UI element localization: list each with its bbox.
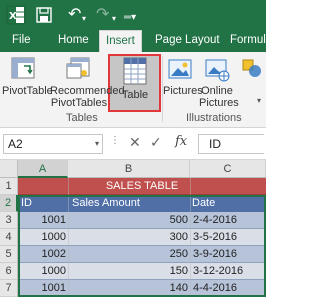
enter-icon[interactable]: ✓	[150, 134, 162, 151]
table-icon	[123, 57, 147, 85]
name-box-value: A2	[8, 137, 23, 151]
shapes-icon	[242, 59, 261, 77]
tab-insert[interactable]: Insert	[99, 30, 142, 52]
online-pictures-icon	[205, 59, 230, 82]
pivottable-label: PivotTable	[2, 85, 53, 97]
recommended-pivottables-icon	[66, 57, 90, 79]
row-header-5[interactable]: 5	[0, 246, 18, 263]
name-box-dropdown-icon[interactable]: ▾	[95, 135, 99, 153]
column-header-b[interactable]: B	[68, 160, 190, 178]
row-header-3[interactable]: 3	[0, 212, 18, 229]
group-label-tables: Tables	[66, 112, 98, 124]
table-button[interactable]: Table	[112, 56, 158, 101]
group-label-illustrations: Illustrations	[186, 112, 242, 124]
shapes-button[interactable]	[240, 56, 264, 83]
worksheet-grid[interactable]: A B C 1 2 3 4 5 6 7 SALES TABLE ID Sales…	[0, 160, 266, 300]
row-header-4[interactable]: 4	[0, 229, 18, 246]
name-box[interactable]: A2 ▾	[3, 134, 103, 154]
redo-icon[interactable]: ↷	[96, 6, 109, 24]
pivottable-icon	[11, 57, 35, 79]
online-pictures-label-2: Pictures	[199, 97, 239, 109]
insert-function-icon[interactable]: fx	[175, 134, 187, 149]
row-header-1[interactable]: 1	[0, 178, 18, 195]
tab-page-layout[interactable]: Page Layout	[155, 30, 220, 52]
tab-formulas[interactable]: Formulas	[230, 30, 278, 52]
online-pictures-button[interactable]: Online Pictures	[199, 56, 239, 109]
column-header-a[interactable]: A	[18, 160, 68, 178]
formula-content: ID	[209, 137, 221, 151]
row-header-6[interactable]: 6	[0, 263, 18, 280]
pictures-label: Pictures	[163, 85, 203, 97]
save-icon[interactable]	[36, 7, 52, 23]
ribbon-tabs: File Home Insert Page Layout Formulas	[0, 30, 278, 52]
redo-dropdown-icon[interactable]: ▾	[112, 10, 116, 28]
ribbon-insert-panel: PivotTable Recommended PivotTables Table	[0, 52, 266, 128]
formula-input[interactable]: ID	[198, 134, 264, 154]
selection-range-border	[18, 195, 266, 297]
recommended-label-2: PivotTables	[50, 97, 108, 109]
title-bar: X ↶ ▾ ↷ ▾ ═▾	[0, 0, 266, 30]
excel-logo-icon: X	[6, 5, 26, 25]
svg-text:X: X	[9, 11, 17, 22]
table-label: Table	[121, 89, 149, 101]
customize-quick-access-icon[interactable]: ═▾	[124, 9, 136, 27]
formula-bar-grip-icon: ⋮	[110, 135, 120, 146]
cancel-icon[interactable]: ✕	[129, 134, 141, 151]
pictures-button[interactable]: Pictures	[163, 56, 203, 97]
row-header-2[interactable]: 2	[0, 195, 18, 212]
tab-file[interactable]: File	[12, 30, 31, 52]
recommended-pivottables-button[interactable]: Recommended PivotTables	[50, 56, 125, 109]
tab-home[interactable]: Home	[58, 30, 89, 52]
sales-table-title-cell[interactable]: SALES TABLE	[18, 178, 266, 195]
select-all-corner[interactable]	[0, 160, 18, 178]
formula-bar: A2 ▾ ⋮ ✕ ✓ fx ID	[0, 128, 266, 160]
online-pictures-label-1: Online	[201, 85, 233, 97]
undo-icon[interactable]: ↶	[68, 6, 81, 24]
pivottable-button[interactable]: PivotTable	[2, 56, 53, 97]
pictures-icon	[168, 59, 192, 79]
shapes-dropdown-icon[interactable]: ▾	[257, 96, 261, 105]
column-header-c[interactable]: C	[190, 160, 266, 178]
undo-dropdown-icon[interactable]: ▾	[82, 10, 86, 28]
row-header-7[interactable]: 7	[0, 280, 18, 297]
